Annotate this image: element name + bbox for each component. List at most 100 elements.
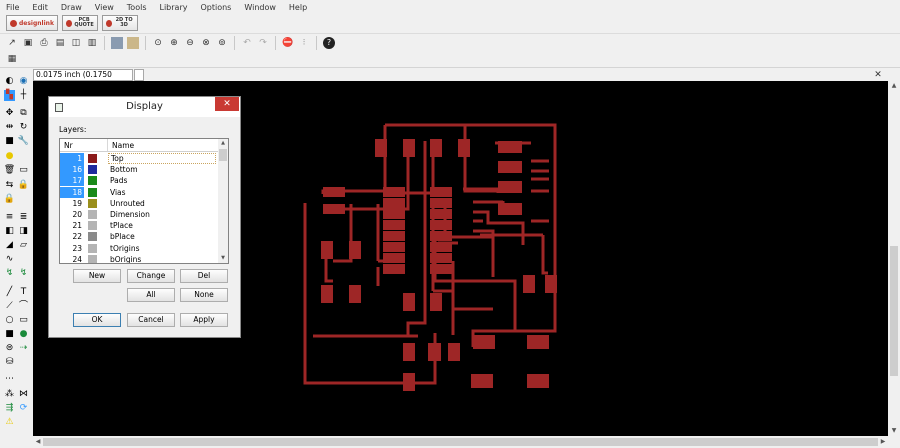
scroll-left-icon[interactable]: ◀ (33, 436, 43, 448)
layer-row[interactable]: 17 Pads (60, 175, 218, 187)
layer-row[interactable]: 19 Unrouted (60, 198, 218, 209)
help-icon[interactable]: ? (323, 36, 335, 49)
column-nr[interactable]: Nr (64, 141, 73, 150)
circle-icon[interactable]: ○ (4, 315, 15, 326)
mirror-icon[interactable]: ⇹ (4, 122, 15, 133)
layer-row[interactable]: 21 tPlace (60, 220, 218, 231)
list-scroll-down-icon[interactable]: ▼ (218, 254, 228, 263)
dialog-title-bar[interactable]: Display ✕ (49, 97, 240, 117)
show-icon[interactable]: ◉ (18, 76, 29, 87)
smash-icon[interactable]: 🔒 (4, 194, 15, 205)
layers-icon[interactable]: ⛁ (4, 357, 15, 368)
horizontal-scrollbar[interactable]: ◀ ▶ (33, 436, 888, 448)
redo-icon[interactable]: ↷ (257, 37, 269, 49)
lock-icon[interactable]: 🔒 (18, 180, 29, 191)
delete-icon[interactable]: 🗑 (4, 165, 15, 176)
via-icon[interactable]: ● (18, 329, 29, 340)
cam-icon[interactable]: ▤ (54, 37, 66, 49)
layer-row[interactable]: 20 Dimension (60, 209, 218, 220)
miter-icon[interactable]: ◢ (4, 240, 15, 251)
zoom-out-icon[interactable]: ⊖ (184, 37, 196, 49)
layer-list[interactable]: Nr Name 1 Top 16 Bottom 17 Pads 18 Vias 19 Unrout… (59, 138, 229, 264)
copy-icon[interactable]: ⧉ (18, 108, 29, 119)
scroll-right-icon[interactable]: ▶ (878, 436, 888, 448)
zoom-fit-icon[interactable]: ⊙ (152, 37, 164, 49)
cancel-button[interactable]: Cancel (127, 313, 175, 327)
change-icon[interactable]: 🔧 (18, 136, 29, 147)
layer-row[interactable]: 1 Top (60, 153, 218, 164)
eagle-icon[interactable]: ▥ (86, 37, 98, 49)
list-scrollbar[interactable]: ▲ ▼ (218, 139, 228, 263)
arc-icon[interactable]: ⌒ (18, 301, 29, 312)
polygon-icon[interactable]: ■ (4, 329, 15, 340)
layer-settings-icon[interactable] (127, 36, 139, 49)
mark-icon[interactable]: ┼ (18, 90, 29, 101)
go-icon[interactable]: ⁝ (298, 37, 310, 49)
del-button[interactable]: Del (180, 269, 228, 283)
ok-button[interactable]: OK (73, 313, 121, 327)
replace-icon[interactable]: ⇆ (4, 180, 15, 191)
menu-view[interactable]: View (95, 3, 114, 12)
paste-icon[interactable]: ● (4, 151, 15, 162)
scroll-down-icon[interactable]: ▼ (888, 426, 900, 436)
rotate-icon[interactable]: ↻ (18, 122, 29, 133)
menu-tools[interactable]: Tools (127, 3, 147, 12)
menu-file[interactable]: File (6, 3, 19, 12)
menu-help[interactable]: Help (289, 3, 307, 12)
split-icon[interactable]: ◧ (4, 226, 15, 237)
ripup-icon[interactable]: ↯ (18, 268, 29, 279)
group-icon[interactable]: ■ (4, 136, 15, 147)
3d-button[interactable]: 2D TO 3D (101, 15, 138, 31)
layer-row[interactable]: 16 Bottom (60, 164, 218, 176)
display-icon[interactable]: ▚ (4, 90, 15, 101)
column-name[interactable]: Name (112, 141, 134, 150)
scroll-up-icon[interactable]: ▲ (888, 81, 900, 91)
layer-row[interactable]: 23 tOrigins (60, 243, 218, 254)
stop-icon[interactable]: ⛔ (282, 37, 294, 49)
wave-icon[interactable]: ∿ (4, 254, 15, 265)
layer-row[interactable]: 24 bOrigins (60, 254, 218, 263)
close-button[interactable]: ✕ (215, 97, 239, 111)
info-icon[interactable]: ◐ (4, 76, 15, 87)
menu-draw[interactable]: Draw (61, 3, 82, 12)
horizontal-scroll-thumb[interactable] (43, 438, 878, 446)
autorouter-icon[interactable]: ⋈ (18, 389, 29, 400)
all-button[interactable]: All (127, 288, 175, 302)
text-icon[interactable]: T (18, 287, 29, 298)
undo-icon[interactable]: ↶ (241, 37, 253, 49)
list-scroll-thumb[interactable] (219, 149, 227, 161)
new-button[interactable]: New (73, 269, 121, 283)
add-icon[interactable]: ▭ (18, 165, 29, 176)
zoom-in-icon[interactable]: ⊕ (168, 37, 180, 49)
ratsnest-icon[interactable]: ⁂ (4, 389, 15, 400)
print-icon[interactable]: ⎙ (38, 37, 50, 49)
value-icon[interactable]: ≣ (18, 212, 29, 223)
wire-icon[interactable]: ╱ (4, 287, 15, 298)
errors-icon[interactable]: ⇶ (4, 403, 15, 414)
hole-icon[interactable]: ⊜ (4, 343, 15, 354)
move-icon[interactable]: ✥ (4, 108, 15, 119)
menu-library[interactable]: Library (160, 3, 188, 12)
menu-edit[interactable]: Edit (32, 3, 48, 12)
command-input[interactable] (134, 69, 144, 81)
rect-icon[interactable]: ▭ (18, 315, 29, 326)
menu-options[interactable]: Options (200, 3, 231, 12)
menu-window[interactable]: Window (244, 3, 276, 12)
none-button[interactable]: None (180, 288, 228, 302)
list-scroll-up-icon[interactable]: ▲ (218, 139, 228, 148)
warning-icon[interactable]: ⚠ (4, 417, 15, 428)
grid-icon[interactable] (111, 36, 123, 49)
layer-row[interactable]: 18 Vias (60, 186, 218, 198)
board-icon[interactable]: ◫ (70, 37, 82, 49)
close-icon[interactable]: ✕ (872, 69, 884, 81)
line-icon[interactable]: ⟋ (4, 301, 15, 312)
name-icon[interactable]: ≡ (4, 212, 15, 223)
route-icon[interactable]: ↯ (4, 268, 15, 279)
pcb-quote-button[interactable]: PCB QUOTE (61, 15, 98, 31)
open-icon[interactable]: ↗ (6, 37, 18, 49)
designlink-button[interactable]: designlink (6, 15, 58, 31)
vertical-scrollbar[interactable]: ▲ ▼ (888, 81, 900, 436)
drc-icon[interactable]: ⟳ (18, 403, 29, 414)
grid-toggle-icon[interactable]: ▦ (6, 53, 18, 65)
vertical-scroll-thumb[interactable] (890, 246, 898, 376)
